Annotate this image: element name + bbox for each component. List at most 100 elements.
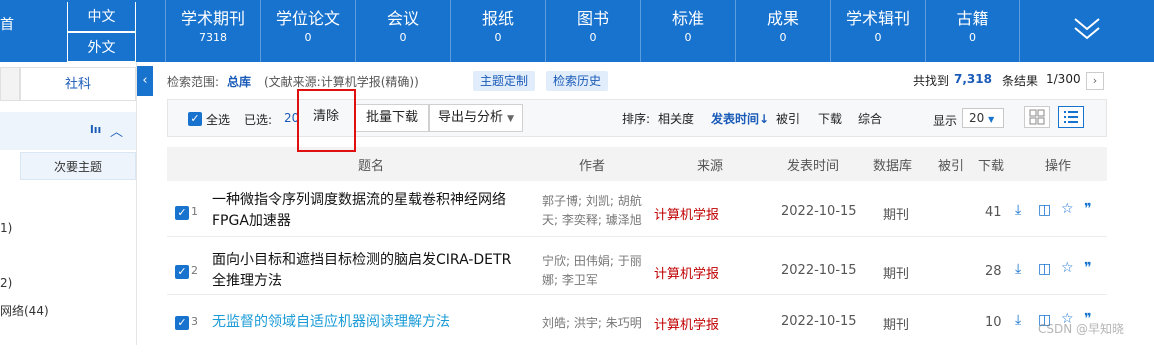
page-indicator: 1/300 xyxy=(1046,72,1081,86)
result-title-line1[interactable]: 面向小目标和遮挡目标检测的脑启发CIRA-DETR xyxy=(212,250,511,271)
read-book-icon[interactable]: ◫ xyxy=(1038,261,1051,277)
list-view-icon[interactable] xyxy=(1058,106,1084,128)
row-number: 2 xyxy=(191,264,198,277)
result-authors-line1[interactable]: 宁欣; 田伟娟; 于丽 xyxy=(542,252,642,271)
favorite-star-icon[interactable]: ☆ xyxy=(1061,260,1074,276)
quote-icon[interactable]: ❞ xyxy=(1084,201,1092,217)
chart-icon[interactable]: lıı xyxy=(90,123,101,136)
tab-conference[interactable]: 会议 0 xyxy=(355,0,450,62)
page-size-select[interactable]: 20 ▼ xyxy=(962,108,1004,128)
result-title-line2[interactable]: 全推理方法 xyxy=(212,271,282,292)
result-date: 2022-10-15 xyxy=(781,314,857,329)
highlight-annotation-box xyxy=(297,89,356,152)
selected-label: 已选: xyxy=(244,113,273,127)
result-authors-line2[interactable]: 天; 李奕释; 璩泽旭 xyxy=(542,211,642,230)
grid-view-icon[interactable] xyxy=(1024,106,1050,128)
caret-down-icon: ▼ xyxy=(507,114,515,124)
result-downloads[interactable]: 28 xyxy=(985,264,1002,279)
found-suffix: 条结果 xyxy=(1002,74,1039,88)
expand-chevron-icon[interactable] xyxy=(1072,14,1102,44)
caret-down-icon: ▼ xyxy=(988,115,995,124)
row-checkbox[interactable]: ✓ xyxy=(175,265,189,279)
tab-journals[interactable]: 学术期刊 7318 xyxy=(165,0,260,62)
download-icon[interactable]: ⤓ xyxy=(1015,312,1021,328)
col-operations: 操作 xyxy=(1045,159,1072,174)
result-date: 2022-10-15 xyxy=(781,204,857,219)
sort-label: 排序: xyxy=(622,112,651,126)
read-book-icon[interactable]: ◫ xyxy=(1038,202,1051,218)
result-db: 期刊 xyxy=(883,318,910,333)
col-title: 题名 xyxy=(358,159,385,174)
topic-customize-button[interactable]: 主题定制 xyxy=(473,71,536,91)
batch-download-button[interactable]: 批量下载 xyxy=(355,104,429,132)
download-icon[interactable]: ⤓ xyxy=(1015,202,1021,218)
col-cited[interactable]: 被引 xyxy=(938,155,964,174)
tab-achievements[interactable]: 成果 0 xyxy=(735,0,830,62)
result-authors-line1[interactable]: 刘皓; 洪宇; 朱巧明 xyxy=(542,314,642,333)
top-navigation: 首 中文 外文 学术期刊 7318 学位论文 0 会议 0 报纸 0 图书 0 标准 0 成… xyxy=(0,0,1154,62)
tab-newspaper[interactable]: 报纸 0 xyxy=(450,0,545,62)
result-downloads[interactable]: 10 xyxy=(985,315,1002,330)
row-number: 1 xyxy=(191,205,198,218)
sort-cited[interactable]: 被引 xyxy=(776,110,800,127)
left-tab-social[interactable]: 社科 xyxy=(20,67,136,101)
topic-section-header[interactable]: lıı ︿ xyxy=(0,112,136,150)
quote-icon[interactable]: ❞ xyxy=(1084,260,1092,276)
subtopic-tab[interactable]: 次要主题 xyxy=(20,152,136,180)
col-author: 作者 xyxy=(579,159,606,174)
result-db: 期刊 xyxy=(883,208,910,223)
facet-item-2[interactable]: 2) xyxy=(0,276,12,290)
found-count: 7,318 xyxy=(954,72,992,86)
col-downloads[interactable]: 下载 xyxy=(978,155,1004,174)
found-prefix: 共找到 xyxy=(913,74,950,88)
next-page-button[interactable]: › xyxy=(1086,72,1104,90)
tab-academic-series[interactable]: 学术辑刊 0 xyxy=(830,0,925,62)
result-title-line1[interactable]: 无监督的领域自适应机器阅读理解方法 xyxy=(212,312,450,333)
select-all-label[interactable]: 全选 xyxy=(206,111,230,128)
result-source[interactable]: 计算机学报 xyxy=(654,263,719,282)
favorite-star-icon[interactable]: ☆ xyxy=(1061,201,1074,217)
download-icon[interactable]: ⤓ xyxy=(1015,261,1021,277)
lang-en-tab[interactable]: 外文 xyxy=(67,32,136,62)
result-title-line2[interactable]: FPGA加速器 xyxy=(212,211,291,232)
result-title-line1[interactable]: 一种微指令序列调度数据流的星载卷积神经网络 xyxy=(212,190,506,211)
result-source[interactable]: 计算机学报 xyxy=(654,204,719,223)
export-analysis-button[interactable]: 导出与分析 ▼ xyxy=(429,104,523,132)
row-number: 3 xyxy=(191,315,198,328)
sort-overall[interactable]: 综合 xyxy=(858,110,882,127)
result-source[interactable]: 计算机学报 xyxy=(654,314,719,333)
lang-zh-tab[interactable]: 中文 xyxy=(67,2,136,32)
scope-label: 检索范围: xyxy=(167,75,220,89)
scope-value[interactable]: 总库 xyxy=(227,73,251,90)
source-filter-text: (文献来源:计算机学报(精确)) xyxy=(264,75,419,89)
result-authors-line1[interactable]: 郭子博; 刘凯; 胡航 xyxy=(542,192,642,211)
page-size-value: 20 xyxy=(969,111,985,125)
export-label: 导出与分析 xyxy=(437,110,503,125)
sort-relevance[interactable]: 相关度 xyxy=(658,110,694,127)
left-tab-other[interactable] xyxy=(0,67,20,101)
col-database: 数据库 xyxy=(873,159,913,174)
results-table-header xyxy=(167,147,1107,181)
result-db: 期刊 xyxy=(883,267,910,282)
row-checkbox[interactable]: ✓ xyxy=(175,206,189,220)
site-logo-fragment: 首 xyxy=(0,17,14,33)
search-history-button[interactable]: 检索历史 xyxy=(546,71,609,91)
row-checkbox[interactable]: ✓ xyxy=(175,316,189,330)
facet-item-3[interactable]: 网络(44) xyxy=(0,302,49,319)
display-label: 显示 xyxy=(933,114,958,128)
col-source: 来源 xyxy=(697,159,724,174)
sort-download[interactable]: 下载 xyxy=(818,110,842,127)
tab-ancient-books[interactable]: 古籍 0 xyxy=(925,0,1020,62)
tab-standards[interactable]: 标准 0 xyxy=(640,0,735,62)
result-date: 2022-10-15 xyxy=(781,263,857,278)
tab-theses[interactable]: 学位论文 0 xyxy=(260,0,355,62)
result-downloads[interactable]: 41 xyxy=(985,205,1002,220)
tab-books[interactable]: 图书 0 xyxy=(545,0,640,62)
select-all-checkbox[interactable]: ✓ xyxy=(188,112,202,126)
collapse-panel-button[interactable]: ‹ xyxy=(137,66,153,96)
facet-item-1[interactable]: 1) xyxy=(0,221,12,235)
chevron-up-icon[interactable]: ︿ xyxy=(110,121,123,140)
sort-date[interactable]: 发表时间↓ xyxy=(711,110,769,127)
col-date[interactable]: 发表时间 xyxy=(787,155,839,174)
result-authors-line2[interactable]: 娜; 李卫军 xyxy=(542,271,598,290)
